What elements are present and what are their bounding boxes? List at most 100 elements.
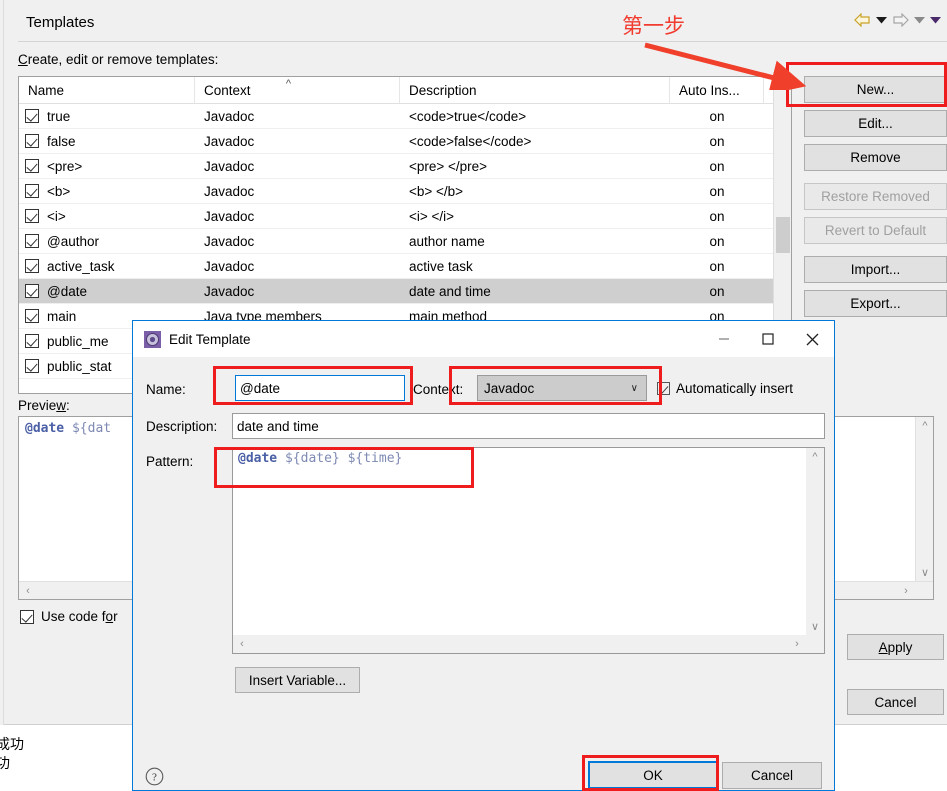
column-header-description[interactable]: Description <box>400 77 670 103</box>
apply-button[interactable]: Apply <box>847 634 944 660</box>
table-row[interactable]: <b> Javadoc <b> </b> on <box>19 179 791 204</box>
column-header-auto-insert[interactable]: Auto Ins... <box>670 77 764 103</box>
pattern-text-area[interactable]: @date ${date} ${time} <box>233 448 806 635</box>
automatically-insert-checkbox[interactable]: Automatically insert <box>657 381 793 396</box>
ok-button[interactable]: OK <box>588 761 718 789</box>
table-row[interactable]: @author Javadoc author name on <box>19 229 791 254</box>
description-input[interactable] <box>232 413 825 439</box>
back-dropdown-icon[interactable] <box>876 16 887 24</box>
row-checkbox[interactable] <box>25 209 39 223</box>
close-icon[interactable] <box>790 321 834 357</box>
pattern-scroll-right-icon[interactable]: › <box>788 635 806 653</box>
name-input[interactable] <box>235 375 405 401</box>
table-cell-name-label: true <box>47 108 71 124</box>
screenshot-root: Templates Create, edit or remove templat… <box>0 0 947 791</box>
table-row[interactable]: true Javadoc <code>true</code> on <box>19 104 791 129</box>
annotation-step-label: 第一步 <box>622 15 685 38</box>
pattern-vertical-scrollbar[interactable]: ^ ∨ <box>806 448 824 635</box>
column-header-name[interactable]: Name <box>19 77 195 103</box>
new-button[interactable]: New... <box>804 76 947 103</box>
context-dropdown[interactable]: Javadoc ∨ <box>477 375 647 401</box>
back-arrow-icon[interactable] <box>854 13 871 27</box>
pattern-text: @date ${date} ${time} <box>238 451 402 466</box>
table-cell-context: Javadoc <box>204 108 255 124</box>
pattern-text-rest: ${date} ${time} <box>277 451 403 466</box>
table-cell-context: Javadoc <box>204 158 255 174</box>
row-checkbox[interactable] <box>25 134 39 148</box>
scroll-up-icon[interactable]: ^ <box>774 77 791 95</box>
overflow-dropdown-icon[interactable] <box>930 16 941 24</box>
preview-text-rest: ${dat <box>64 421 112 436</box>
status-message: 成功 功 <box>0 736 24 771</box>
row-checkbox[interactable] <box>25 259 39 273</box>
template-icon <box>143 330 161 348</box>
row-checkbox[interactable] <box>25 159 39 173</box>
context-dropdown-value: Javadoc <box>484 380 535 396</box>
preview-scroll-down-icon[interactable]: ∨ <box>916 563 934 581</box>
row-checkbox[interactable] <box>25 359 39 373</box>
pattern-scroll-down-icon[interactable]: ∨ <box>806 617 824 635</box>
table-cell-context: Javadoc <box>204 133 255 149</box>
table-row[interactable]: active_task Javadoc active task on <box>19 254 791 279</box>
pattern-editor[interactable]: @date ${date} ${time} ^ ∨ ‹ › <box>232 447 825 654</box>
forward-arrow-icon[interactable] <box>892 13 909 27</box>
preview-vertical-scrollbar[interactable]: ^ ∨ <box>915 417 933 581</box>
table-cell-name: <pre> <box>19 154 195 178</box>
pattern-scroll-left-icon[interactable]: ‹ <box>233 635 251 653</box>
cancel-button-main[interactable]: Cancel <box>847 689 944 715</box>
forward-dropdown-icon[interactable] <box>914 16 925 24</box>
table-cell-auto-insert: on <box>709 283 725 299</box>
automatically-insert-checkmark <box>657 382 670 395</box>
use-code-formatter-checkmark <box>20 609 34 624</box>
preview-scroll-up-icon[interactable]: ^ <box>916 417 934 435</box>
preview-scroll-right-icon[interactable]: › <box>897 582 915 600</box>
use-code-formatter-checkbox[interactable]: Use code for <box>20 609 118 624</box>
table-cell-name: @author <box>19 229 195 253</box>
column-header-context[interactable]: Context ^ <box>195 77 400 103</box>
table-cell-context: Javadoc <box>204 208 255 224</box>
navigation-arrows <box>854 13 941 27</box>
table-cell-name-label: public_stat <box>47 358 112 374</box>
table-cell-name-label: @date <box>47 283 87 299</box>
table-cell-name: false <box>19 129 195 153</box>
column-header-context-label: Context <box>204 82 251 98</box>
table-cell-description: date and time <box>409 283 491 299</box>
pattern-scroll-up-icon[interactable]: ^ <box>806 448 824 466</box>
import-button[interactable]: Import... <box>804 256 947 283</box>
dialog-title: Edit Template <box>169 331 251 347</box>
remove-button[interactable]: Remove <box>804 144 947 171</box>
context-field-label: Context: <box>413 382 464 397</box>
row-checkbox[interactable] <box>25 234 39 248</box>
maximize-icon[interactable] <box>746 321 790 357</box>
table-cell-context: Javadoc <box>204 183 255 199</box>
row-checkbox[interactable] <box>25 109 39 123</box>
dialog-window-controls <box>702 321 834 357</box>
table-cell-auto-insert: on <box>709 108 725 124</box>
table-cell-description: <b> </b> <box>409 183 464 199</box>
insert-variable-button[interactable]: Insert Variable... <box>235 667 360 693</box>
edit-button[interactable]: Edit... <box>804 110 947 137</box>
row-checkbox[interactable] <box>25 284 39 298</box>
row-checkbox[interactable] <box>25 184 39 198</box>
pattern-horizontal-scrollbar[interactable]: ‹ › <box>233 635 824 653</box>
table-row[interactable]: false Javadoc <code>false</code> on <box>19 129 791 154</box>
table-cell-name: true <box>19 104 195 128</box>
name-field-label: Name: <box>146 382 186 397</box>
sort-ascending-icon: ^ <box>285 78 291 90</box>
export-button[interactable]: Export... <box>804 290 947 317</box>
table-action-buttons: New... Edit... Remove Restore Removed Revert… <box>804 76 947 324</box>
table-row[interactable]: <pre> Javadoc <pre> </pre> on <box>19 154 791 179</box>
dialog-cancel-button[interactable]: Cancel <box>722 762 822 789</box>
table-row[interactable]: <i> Javadoc <i> </i> on <box>19 204 791 229</box>
table-cell-name-label: @author <box>47 233 99 249</box>
revert-to-default-button: Revert to Default <box>804 217 947 244</box>
row-checkbox[interactable] <box>25 309 39 323</box>
scrollbar-thumb[interactable] <box>776 217 790 253</box>
row-checkbox[interactable] <box>25 334 39 348</box>
minimize-icon[interactable] <box>702 321 746 357</box>
table-cell-auto-insert: on <box>709 208 725 224</box>
table-cell-auto-insert: on <box>709 258 725 274</box>
table-row[interactable]: @date Javadoc date and time on <box>19 279 791 304</box>
help-icon[interactable]: ? <box>145 767 164 786</box>
preview-scroll-left-icon[interactable]: ‹ <box>19 582 37 600</box>
